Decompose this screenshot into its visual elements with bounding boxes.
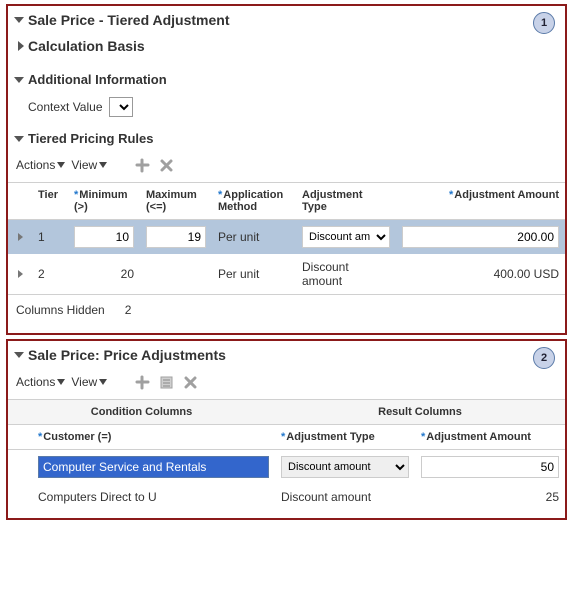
table-row[interactable]: 2 20 Per unit Discount amount 400.00 USD [8,254,565,294]
maximum-cell [140,254,212,294]
context-value-label: Context Value [28,100,103,114]
expand-icon [18,41,24,51]
calculation-basis-header[interactable]: Calculation Basis [8,32,565,58]
tier-cell: 1 [32,220,68,255]
col-adj-type[interactable]: *Adjustment Type [275,425,415,450]
customer-input[interactable] [38,456,269,478]
app-method-cell: Per unit [212,254,296,294]
tiered-pricing-table: Tier *Minimum(>) Maximum(<=) *Applicatio… [8,182,565,294]
delete-row-button[interactable] [181,373,199,391]
chevron-down-icon [57,379,65,385]
collapse-icon [14,136,24,142]
view-label: View [71,375,97,389]
col-maximum[interactable]: Maximum(<=) [140,183,212,220]
minimum-cell: 20 [68,254,140,294]
customer-cell: Computers Direct to U [32,484,275,510]
col-app-method[interactable]: *Application Method [212,183,296,220]
expand-row-icon[interactable] [18,270,23,278]
col-customer[interactable]: *Customer (=) [32,425,275,450]
price-adjustments-header[interactable]: Sale Price: Price Adjustments [8,341,565,367]
collapse-icon [14,17,24,23]
duplicate-button[interactable] [157,373,175,391]
collapse-icon [14,77,24,83]
chevron-down-icon [57,162,65,168]
adj-amount-cell: 400.00 USD [396,254,565,294]
expand-row-icon[interactable] [18,233,23,241]
section-title: Additional Information [28,72,167,87]
col-adj-type[interactable]: Adjustment Type [296,183,396,220]
col-adj-amount[interactable]: *Adjustment Amount [396,183,565,220]
minimum-input[interactable] [74,226,134,248]
col-adj-amount[interactable]: *Adjustment Amount [415,425,565,450]
section-title: Calculation Basis [28,38,145,54]
delete-row-button[interactable] [157,156,175,174]
actions-label: Actions [16,158,55,172]
chevron-down-icon [99,379,107,385]
panel-badge-1: 1 [533,12,555,34]
context-value-row: Context Value [8,91,565,121]
section-title: Sale Price - Tiered Adjustment [28,12,230,28]
adj-amount-input[interactable] [421,456,559,478]
adjustments-toolbar: Actions View [8,367,565,399]
add-row-button[interactable] [133,156,151,174]
col-tier[interactable]: Tier [32,183,68,220]
tiered-adjustment-header[interactable]: Sale Price - Tiered Adjustment [8,6,565,32]
price-adjustments-table: Condition Columns Result Columns *Custom… [8,399,565,510]
actions-menu[interactable]: Actions [16,158,65,172]
columns-hidden-label: Columns Hidden [16,303,105,317]
adj-amount-cell: 25 [415,484,565,510]
adj-type-select[interactable]: Discount amount [281,456,409,478]
section-title: Tiered Pricing Rules [28,131,153,146]
price-adjustments-panel: 2 Sale Price: Price Adjustments Actions … [6,339,567,520]
adj-type-select[interactable]: Discount am [302,226,390,248]
collapse-icon [14,352,24,358]
chevron-down-icon [99,162,107,168]
table-row[interactable]: Discount amount [8,450,565,485]
columns-hidden-row: Columns Hidden 2 [8,294,565,325]
condition-columns-header: Condition Columns [8,400,275,425]
view-menu[interactable]: View [71,158,107,172]
columns-hidden-count: 2 [125,303,132,317]
tier-cell: 2 [32,254,68,294]
result-columns-header: Result Columns [275,400,565,425]
view-label: View [71,158,97,172]
panel-badge-2: 2 [533,347,555,369]
tiered-rules-toolbar: Actions View [8,150,565,182]
context-value-select[interactable] [109,97,133,117]
app-method-cell: Per unit [212,220,296,255]
tiered-adjustment-panel: 1 Sale Price - Tiered Adjustment Calcula… [6,4,567,335]
actions-menu[interactable]: Actions [16,375,65,389]
maximum-input[interactable] [146,226,206,248]
view-menu[interactable]: View [71,375,107,389]
section-title: Sale Price: Price Adjustments [28,347,226,363]
actions-label: Actions [16,375,55,389]
adj-type-cell: Discount amount [275,484,415,510]
table-row[interactable]: 1 Per unit Discount am [8,220,565,255]
adj-amount-input[interactable] [402,226,559,248]
add-row-button[interactable] [133,373,151,391]
table-row[interactable]: Computers Direct to U Discount amount 25 [8,484,565,510]
col-minimum[interactable]: *Minimum(>) [68,183,140,220]
adj-type-cell: Discount amount [296,254,396,294]
tiered-rules-header[interactable]: Tiered Pricing Rules [8,121,565,150]
additional-info-header[interactable]: Additional Information [8,58,565,91]
